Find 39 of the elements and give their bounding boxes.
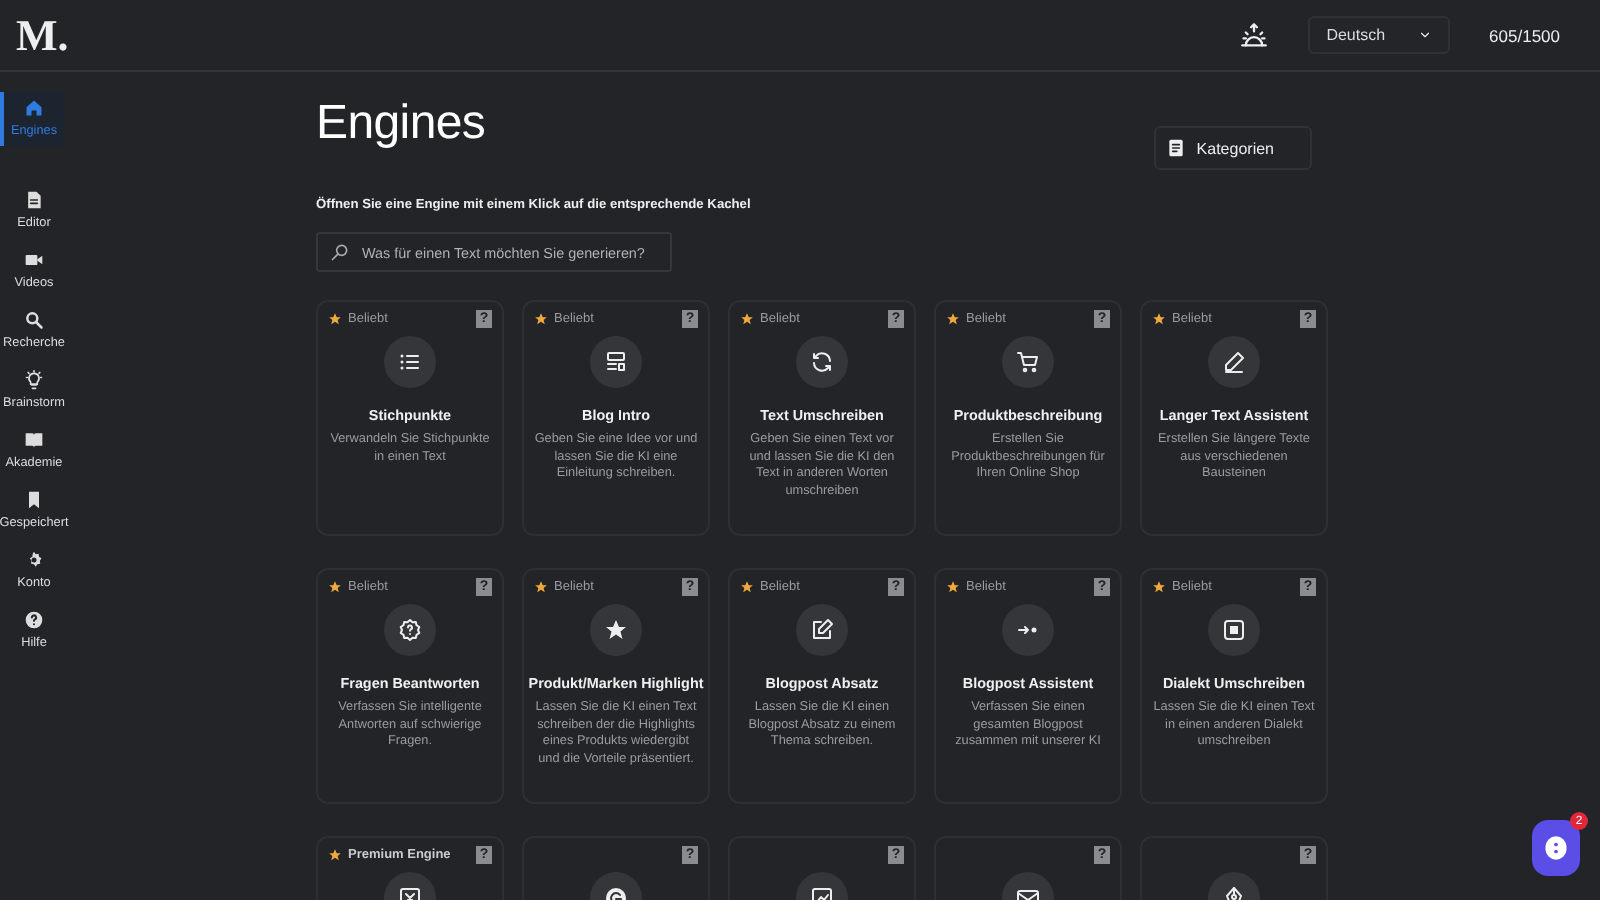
cart-icon [1016,350,1040,374]
credit-counter: 605/1500 [1489,25,1560,45]
sunrise-icon [1240,21,1269,49]
list-icon [398,350,422,374]
bookmark-icon [24,490,44,510]
help-icon [24,610,44,630]
document-icon [1166,138,1187,158]
page-title: Engines [316,96,486,152]
star-icon [328,311,342,325]
star-icon [1152,579,1166,593]
question-badge-icon [398,618,422,642]
star-icon [328,847,342,861]
book-icon [24,430,44,450]
settings-icon [24,550,44,570]
search-icon [24,310,44,330]
chevron-down-icon [1417,28,1432,42]
document-icon [24,190,44,210]
star-icon [604,618,628,642]
star-icon [1152,311,1166,325]
logo: M. [16,9,71,61]
categories-button[interactable]: Kategorien [1154,126,1312,170]
star-icon [946,579,960,593]
star-icon [946,311,960,325]
star-icon [534,579,548,593]
layout-icon [604,350,628,374]
language-select[interactable]: Deutsch [1308,16,1450,54]
pencil-icon [1222,350,1246,374]
lightbulb-icon [24,370,44,390]
star-icon [740,311,754,325]
square-icon [1222,618,1246,642]
star-icon [534,311,548,325]
search-icon [330,242,350,262]
video-camera-icon [24,250,44,270]
home-icon [24,98,44,118]
star-icon [740,579,754,593]
refresh-icon [810,350,834,374]
chat-bubble-icon [1542,832,1570,864]
star-icon [328,579,342,593]
edit-icon [810,618,834,642]
